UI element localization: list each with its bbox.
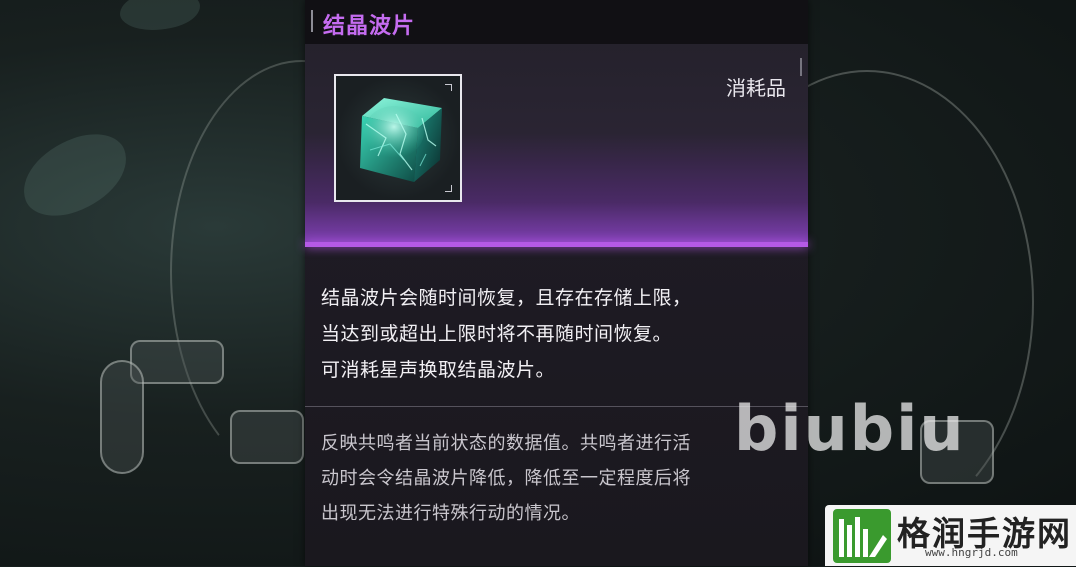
- item-category-label: 消耗品: [726, 76, 786, 100]
- site-url: www.hngrjd.com: [925, 546, 1018, 559]
- detail-line: 反映共鸣者当前状态的数据值。共鸣者进行活: [321, 433, 691, 454]
- section-divider: [305, 406, 808, 407]
- background-device: [100, 360, 144, 474]
- background-device: [230, 410, 304, 464]
- item-description: 结晶波片会随时间恢复，且存在存储上限， 当达到或超出上限时将不再随时间恢复。 可…: [321, 280, 791, 388]
- crystal-cube-icon: [356, 94, 446, 186]
- background-leaf: [120, 0, 200, 30]
- detail-line: 出现无法进行特殊行动的情况。: [321, 503, 580, 524]
- header-accent-bar: [311, 10, 313, 32]
- site-watermark-badge: 格润手游网 www.hngrjd.com: [825, 505, 1076, 566]
- detail-line: 动时会令结晶波片降低，降低至一定程度后将: [321, 468, 691, 489]
- background-device: [130, 340, 224, 384]
- rarity-bar: [305, 242, 808, 247]
- item-icon-frame[interactable]: [334, 74, 462, 202]
- background-leaf: [11, 123, 139, 227]
- scroll-indicator: [800, 58, 802, 76]
- biubiu-watermark: biubiu: [734, 392, 966, 465]
- description-line: 当达到或超出上限时将不再随时间恢复。: [321, 323, 673, 345]
- frame-corner: [445, 84, 452, 91]
- site-logo-icon: [833, 509, 891, 563]
- panel-header: 结晶波片: [305, 0, 808, 44]
- item-detail-panel: 结晶波片 消耗品 结晶波片会随时间恢复，且存在存储上限， 当达到或超出上限时将不…: [305, 0, 808, 566]
- description-line: 可消耗星声换取结晶波片。: [321, 359, 556, 381]
- description-line: 结晶波片会随时间恢复，且存在存储上限，: [321, 287, 692, 309]
- item-detail-description: 反映共鸣者当前状态的数据值。共鸣者进行活 动时会令结晶波片降低，降低至一定程度后…: [321, 426, 797, 531]
- item-title: 结晶波片: [323, 14, 416, 39]
- frame-corner: [445, 185, 452, 192]
